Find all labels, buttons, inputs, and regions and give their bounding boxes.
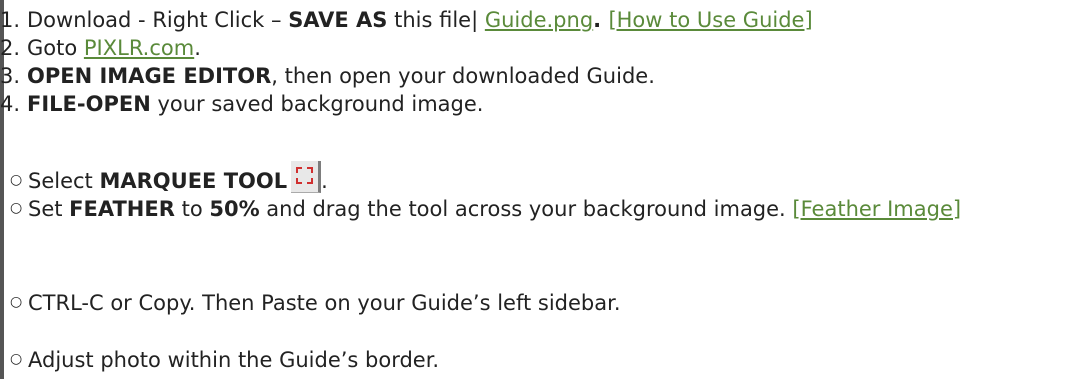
step-1: 1. Download - Right Click – SAVE AS this … <box>0 6 813 34</box>
step-number: 4. <box>0 92 21 116</box>
step-4: 4. FILE-OPEN your saved background image. <box>0 90 483 118</box>
substep-text: Set <box>28 197 70 221</box>
step-text: , then open your downloaded Guide. <box>271 64 655 88</box>
bullet-circle: ○ <box>10 294 23 310</box>
marquee-dashed-box <box>296 167 314 184</box>
substep-text: Select <box>28 169 100 193</box>
marquee-tool-icon <box>291 161 322 193</box>
step-bold-text: OPEN IMAGE EDITOR <box>27 64 272 88</box>
step-text: this file| <box>387 8 485 32</box>
substep-feather: ○ Set FEATHER to 50% and drag the tool ac… <box>10 194 1055 225</box>
step-number: 2. <box>0 36 21 60</box>
step-bold-text: FILE-OPEN <box>27 92 151 116</box>
step-2: 2. Goto PIXLR.com. <box>0 34 201 62</box>
step-text: . <box>194 36 201 60</box>
substep-marquee: ○ Select MARQUEE TOOL. <box>10 161 328 197</box>
feather-image-link[interactable]: [Feather Image] <box>792 197 961 221</box>
step-number: 3. <box>0 64 21 88</box>
step-text: Download - Right Click – <box>27 8 289 32</box>
step-3: 3. OPEN IMAGE EDITOR, then open your down… <box>0 62 655 90</box>
step-text: . <box>593 8 609 32</box>
step-text: Goto <box>27 36 84 60</box>
substep-text: Adjust photo within the Guide’s border. <box>28 348 440 372</box>
guide-png-link[interactable]: Guide.png <box>485 8 593 32</box>
step-text: your saved background image. <box>150 92 484 116</box>
substep-adjust: ○ Adjust photo within the Guide’s border. <box>10 345 439 376</box>
substep-bold-text: FEATHER <box>69 197 175 221</box>
step-number: 1. <box>0 8 21 32</box>
substep-text: CTRL-C or Copy. Then Paste on your Guide… <box>28 291 621 315</box>
bullet-circle: ○ <box>10 172 23 188</box>
substep-text: . <box>321 169 328 193</box>
bullet-circle: ○ <box>10 200 23 216</box>
substep-text: to <box>174 197 210 221</box>
substep-bold-text: MARQUEE TOOL <box>99 169 288 193</box>
substep-text: and drag the tool across your background… <box>259 197 793 221</box>
step-bold-text: SAVE AS <box>288 8 388 32</box>
bullet-circle: ○ <box>10 351 23 367</box>
substep-bold-text: 50% <box>209 197 260 221</box>
substep-copy-paste: ○ CTRL-C or Copy. Then Paste on your Guid… <box>10 288 621 319</box>
how-to-use-guide-link[interactable]: [How to Use Guide] <box>608 8 812 32</box>
pixlr-link[interactable]: PIXLR.com <box>84 36 194 60</box>
